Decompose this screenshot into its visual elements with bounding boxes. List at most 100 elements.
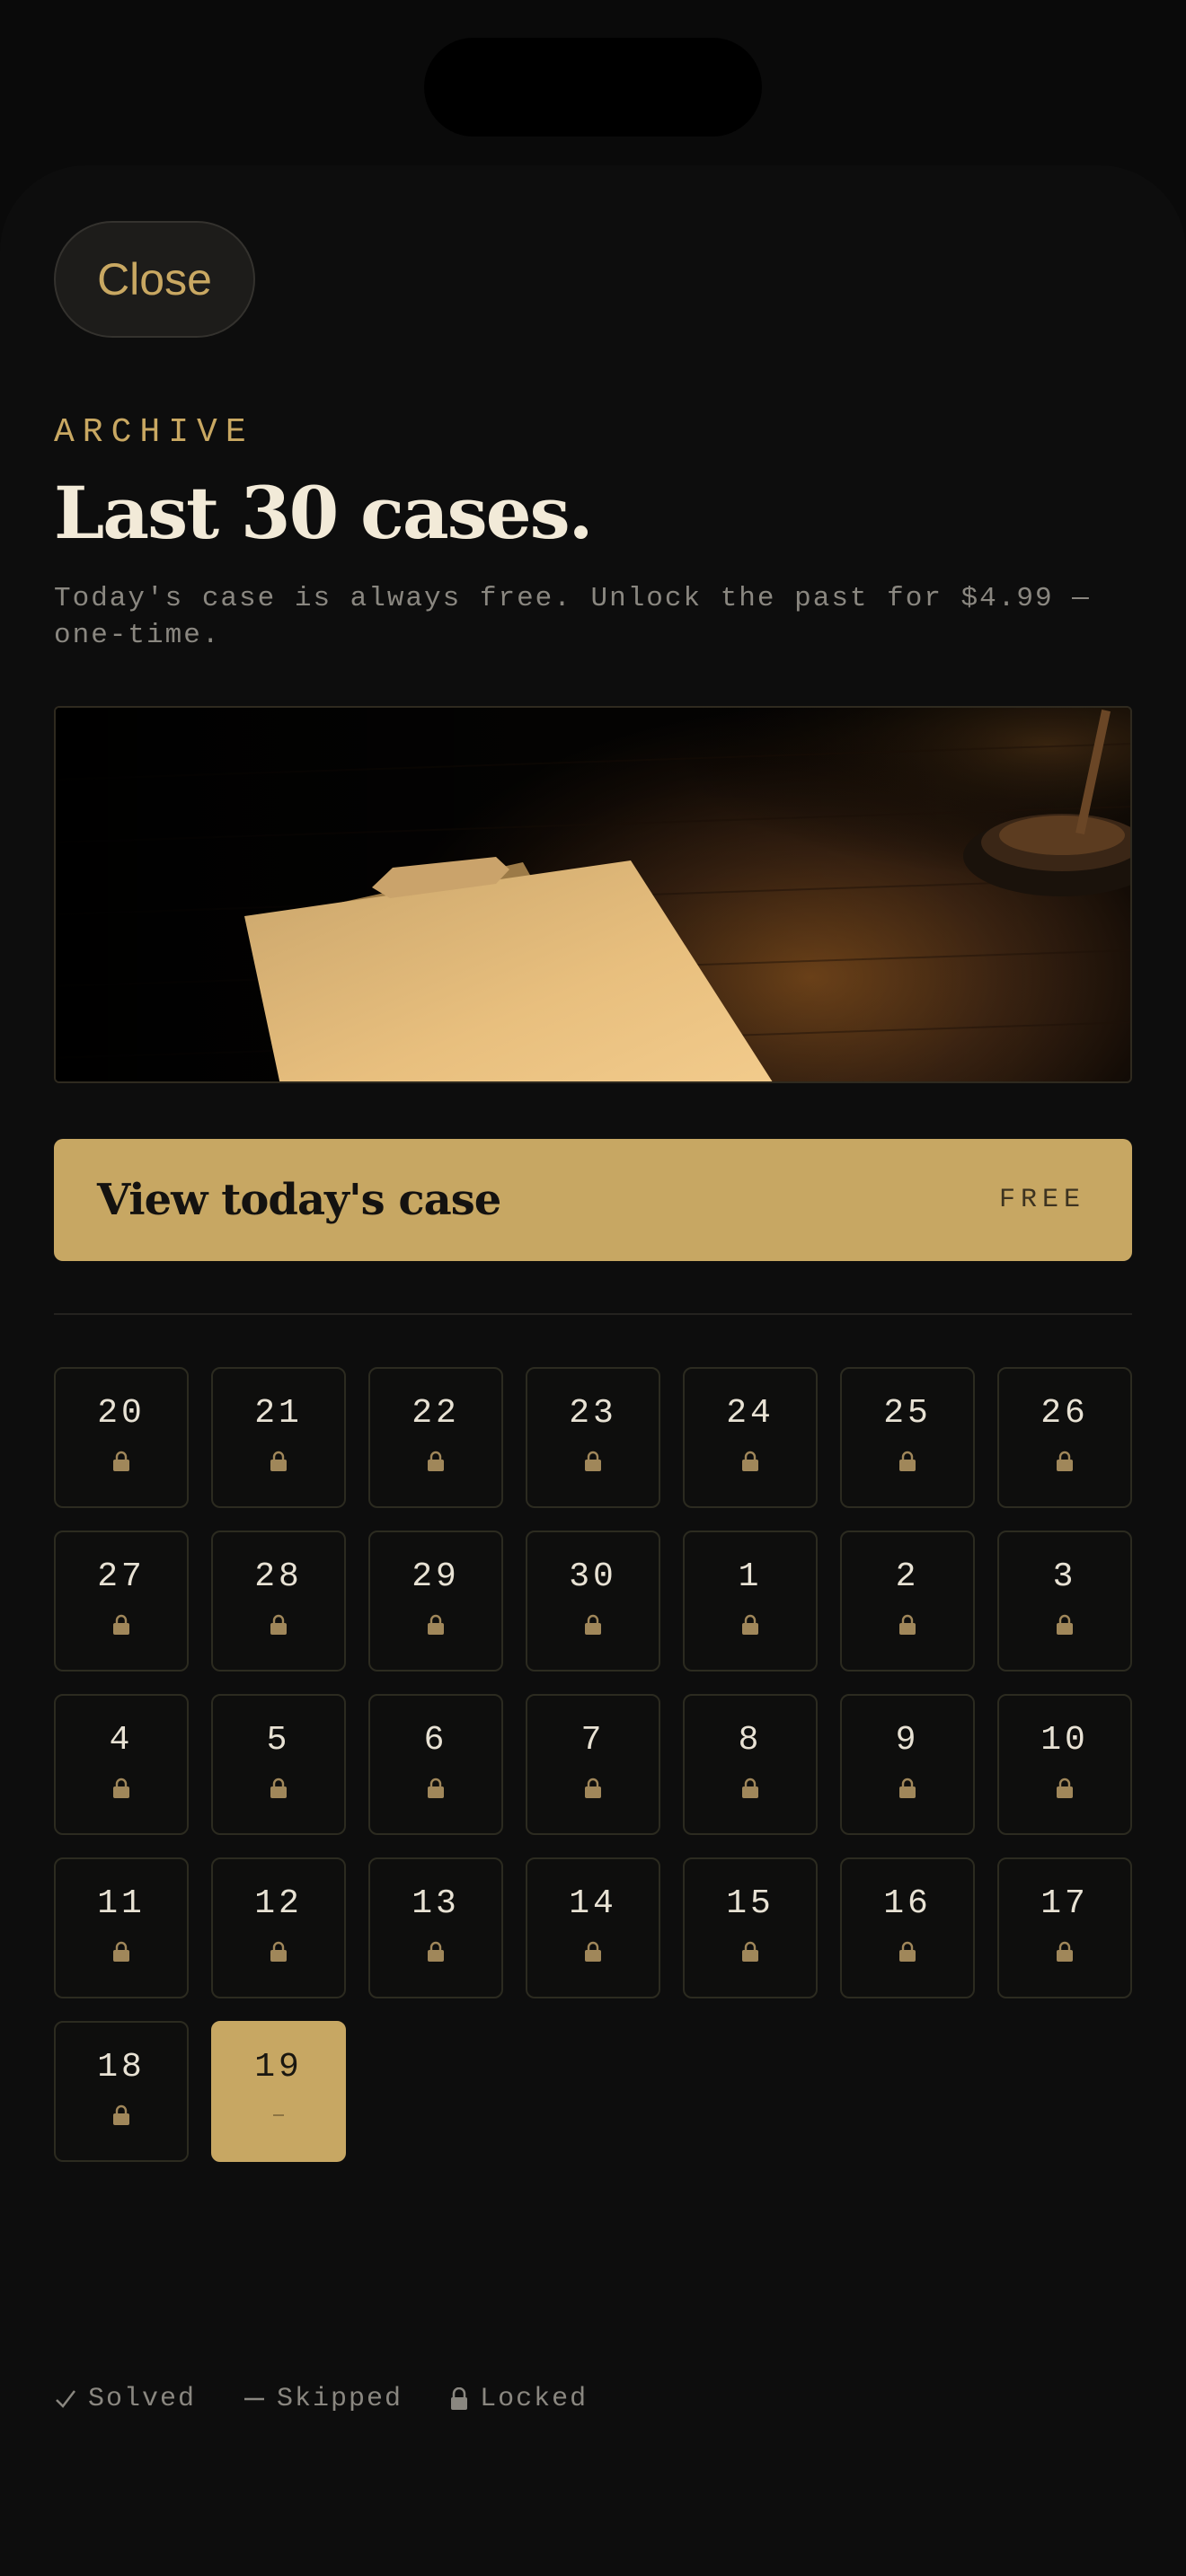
day-cell-3[interactable]: 3 (997, 1531, 1132, 1672)
divider (54, 1313, 1132, 1315)
lock-icon (1056, 1613, 1074, 1636)
lock-icon (741, 1777, 759, 1800)
case-day-grid: 20 21 22 23 24 25 26 27 28 29 30 1 2 3 4 5 6 7 8 9 10 11 12 13 1… (54, 1367, 1132, 2162)
lock-icon (1056, 1940, 1074, 1963)
legend-locked-label: Locked (480, 2384, 589, 2414)
dash-icon (244, 2397, 265, 2401)
day-cell-16[interactable]: 16 (840, 1857, 975, 1998)
lock-icon (451, 2387, 468, 2410)
day-number: 15 (726, 1884, 774, 1923)
day-number: 14 (569, 1884, 617, 1923)
lock-icon (584, 1613, 602, 1636)
legend-solved: Solved (54, 2384, 196, 2414)
day-number: 3 (1052, 1557, 1077, 1596)
lock-icon (112, 1613, 130, 1636)
day-cell-10[interactable]: 10 (997, 1694, 1132, 1835)
day-cell-12[interactable]: 12 (211, 1857, 346, 1998)
lock-icon (112, 1940, 130, 1963)
day-number: 16 (883, 1884, 932, 1923)
day-number: 24 (726, 1394, 774, 1433)
lock-icon (270, 1940, 288, 1963)
lock-icon (898, 1450, 916, 1473)
day-number: 13 (412, 1884, 460, 1923)
day-cell-18[interactable]: 18 (54, 2021, 189, 2162)
lock-icon (898, 1613, 916, 1636)
day-number: 22 (412, 1394, 460, 1433)
close-button[interactable]: Close (54, 221, 255, 338)
day-number: 2 (895, 1557, 920, 1596)
day-cell-26[interactable]: 26 (997, 1367, 1132, 1508)
day-cell-13[interactable]: 13 (368, 1857, 503, 1998)
lock-icon (112, 1450, 130, 1473)
day-cell-21[interactable]: 21 (211, 1367, 346, 1508)
day-cell-8[interactable]: 8 (683, 1694, 818, 1835)
archive-sheet: Close ARCHIVE Last 30 cases. Today's cas… (0, 165, 1186, 2576)
day-cell-4[interactable]: 4 (54, 1694, 189, 1835)
day-number: 28 (254, 1557, 303, 1596)
day-number: 9 (895, 1721, 920, 1760)
day-number: 7 (580, 1721, 606, 1760)
day-cell-15[interactable]: 15 (683, 1857, 818, 1998)
lock-icon (270, 1613, 288, 1636)
day-number: 4 (109, 1721, 134, 1760)
lock-icon (112, 1777, 130, 1800)
day-cell-2[interactable]: 2 (840, 1531, 975, 1672)
day-cell-23[interactable]: 23 (526, 1367, 660, 1508)
lock-icon (427, 1613, 445, 1636)
day-cell-5[interactable]: 5 (211, 1694, 346, 1835)
day-cell-7[interactable]: 7 (526, 1694, 660, 1835)
legend-skipped: Skipped (243, 2384, 403, 2414)
lock-icon (584, 1940, 602, 1963)
day-number: 21 (254, 1394, 303, 1433)
day-number: 18 (97, 2048, 146, 2086)
dynamic-island (424, 38, 762, 137)
view-todays-case-button[interactable]: View today's case FREE (54, 1139, 1132, 1261)
day-cell-22[interactable]: 22 (368, 1367, 503, 1508)
day-cell-20[interactable]: 20 (54, 1367, 189, 1508)
lock-icon (584, 1450, 602, 1473)
lock-icon (1056, 1450, 1074, 1473)
desk-folder-illustration (56, 708, 1130, 1081)
status-legend: Solved Skipped Locked (54, 2384, 634, 2414)
legend-solved-label: Solved (88, 2384, 197, 2414)
legend-locked: Locked (449, 2384, 588, 2414)
day-number: 11 (97, 1884, 146, 1923)
day-cell-6[interactable]: 6 (368, 1694, 503, 1835)
dash-icon (273, 2104, 284, 2127)
check-icon (56, 2390, 75, 2408)
day-number: 1 (738, 1557, 763, 1596)
day-cell-30[interactable]: 30 (526, 1531, 660, 1672)
day-number: 30 (569, 1557, 617, 1596)
lock-icon (741, 1940, 759, 1963)
lock-icon (1056, 1777, 1074, 1800)
day-number: 25 (883, 1394, 932, 1433)
day-number: 12 (254, 1884, 303, 1923)
day-number: 5 (266, 1721, 291, 1760)
day-cell-27[interactable]: 27 (54, 1531, 189, 1672)
day-cell-25[interactable]: 25 (840, 1367, 975, 1508)
page-title: Last 30 cases. (54, 471, 593, 555)
day-cell-17[interactable]: 17 (997, 1857, 1132, 1998)
day-cell-28[interactable]: 28 (211, 1531, 346, 1672)
day-cell-1[interactable]: 1 (683, 1531, 818, 1672)
day-number: 23 (569, 1394, 617, 1433)
day-cell-24[interactable]: 24 (683, 1367, 818, 1508)
case-folder-image (54, 706, 1132, 1083)
day-cell-14[interactable]: 14 (526, 1857, 660, 1998)
day-number: 19 (254, 2048, 303, 2086)
day-cell-19[interactable]: 19 (211, 2021, 346, 2162)
lock-icon (427, 1450, 445, 1473)
day-number: 10 (1040, 1721, 1089, 1760)
day-number: 20 (97, 1394, 146, 1433)
day-cell-29[interactable]: 29 (368, 1531, 503, 1672)
day-cell-11[interactable]: 11 (54, 1857, 189, 1998)
day-number: 6 (423, 1721, 448, 1760)
day-number: 27 (97, 1557, 146, 1596)
day-cell-9[interactable]: 9 (840, 1694, 975, 1835)
lock-icon (427, 1940, 445, 1963)
lock-icon (898, 1940, 916, 1963)
lock-icon (741, 1450, 759, 1473)
day-number: 26 (1040, 1394, 1089, 1433)
archive-screen: Close ARCHIVE Last 30 cases. Today's cas… (0, 0, 1186, 2576)
lock-icon (270, 1777, 288, 1800)
